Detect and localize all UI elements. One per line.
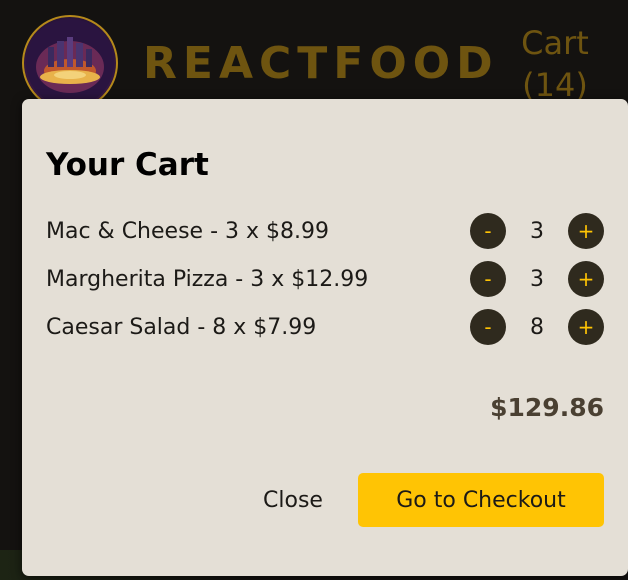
increase-quantity-button[interactable]: + [568,309,604,345]
cart-item-text: Mac & Cheese - 3 x $8.99 [46,219,329,244]
cart-link-label: Cart [521,24,589,62]
cart-item-caesar-salad: Caesar Salad - 8 x $7.99 - 8 + [46,309,604,345]
cart-modal: Your Cart Mac & Cheese - 3 x $8.99 - 3 +… [22,99,628,576]
increase-quantity-button[interactable]: + [568,213,604,249]
quantity-value: 3 [530,219,544,244]
cart-item-text: Margherita Pizza - 3 x $12.99 [46,267,369,292]
cart-item-text: Caesar Salad - 8 x $7.99 [46,315,317,340]
cart-link[interactable]: Cart (14) [515,22,595,106]
cart-item-mac-cheese: Mac & Cheese - 3 x $8.99 - 3 + [46,213,604,249]
cart-item-margherita-pizza: Margherita Pizza - 3 x $12.99 - 3 + [46,261,604,297]
restaurant-logo-icon [22,15,118,111]
quantity-value: 3 [530,267,544,292]
logo-illustration [26,19,114,107]
increase-quantity-button[interactable]: + [568,261,604,297]
go-to-checkout-button[interactable]: Go to Checkout [358,473,604,527]
cart-total: $129.86 [490,393,604,422]
close-button[interactable]: Close [248,473,338,527]
modal-title: Your Cart [46,147,209,183]
decrease-quantity-button[interactable]: - [470,309,506,345]
cart-item-actions: - 3 + [470,213,604,249]
page: REACTFOOD Cart (14) Your Cart Mac & Chee… [0,0,628,580]
brand-title: REACTFOOD [143,38,499,89]
cart-item-actions: - 3 + [470,261,604,297]
cart-item-actions: - 8 + [470,309,604,345]
quantity-value: 8 [530,315,544,340]
decrease-quantity-button[interactable]: - [470,213,506,249]
decrease-quantity-button[interactable]: - [470,261,506,297]
